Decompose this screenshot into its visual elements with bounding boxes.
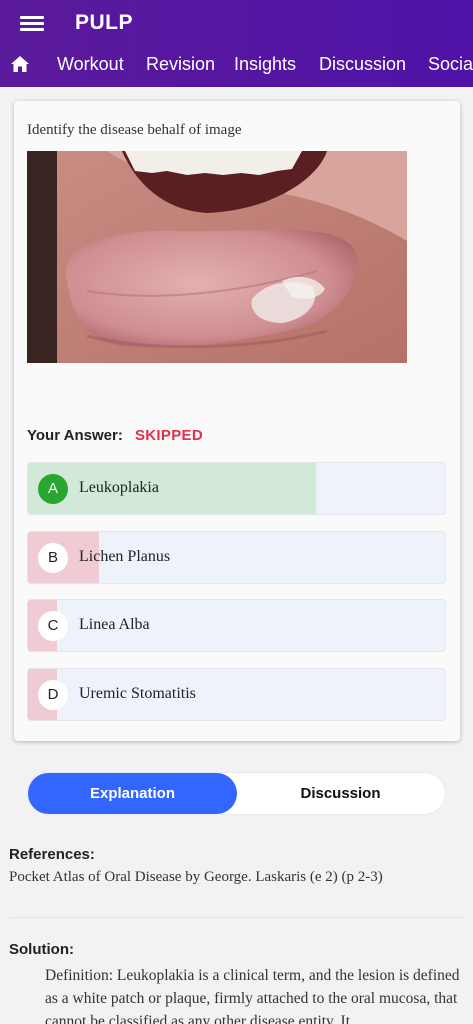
option-a[interactable]: A Leukoplakia — [27, 462, 446, 515]
divider — [9, 917, 464, 918]
option-d[interactable]: D Uremic Stomatitis — [27, 668, 446, 721]
app-title: PULP — [75, 11, 134, 34]
option-c[interactable]: C Linea Alba — [27, 599, 446, 652]
your-answer-label: Your Answer: — [27, 427, 123, 444]
tab-discussion[interactable]: Discussion — [319, 54, 406, 75]
tab-discussion-section[interactable]: Discussion — [236, 773, 445, 814]
question-image — [27, 151, 407, 363]
option-b-text: Lichen Planus — [79, 548, 171, 565]
question-card: Identify the disease behalf of image You… — [14, 101, 460, 741]
tab-social[interactable]: Social — [428, 54, 473, 75]
option-b-letter: B — [38, 543, 68, 573]
solution-text: Definition: Leukoplakia is a clinical te… — [45, 967, 460, 1024]
tab-workout[interactable]: Workout — [57, 54, 124, 75]
option-a-text: Leukoplakia — [79, 479, 159, 496]
option-b[interactable]: B Lichen Planus — [27, 531, 446, 584]
option-a-letter: A — [38, 474, 68, 504]
menu-icon[interactable] — [20, 13, 44, 33]
option-d-text: Uremic Stomatitis — [79, 685, 196, 702]
option-c-text: Linea Alba — [79, 616, 150, 633]
tab-insights[interactable]: Insights — [234, 54, 296, 75]
explanation-discussion-toggle: Explanation Discussion — [28, 773, 445, 814]
option-a-response-bar — [28, 463, 316, 514]
references-text: Pocket Atlas of Oral Disease by George. … — [9, 869, 383, 885]
solution-heading: Solution: — [9, 941, 74, 958]
references-heading: References: — [9, 846, 95, 863]
nav-tabs: Workout Revision Insights Discussion Soc… — [0, 46, 473, 86]
app-bar: PULP Workout Revision Insights Discussio… — [0, 0, 473, 87]
your-answer-status: SKIPPED — [135, 427, 203, 444]
home-icon[interactable] — [10, 55, 30, 73]
question-text: Identify the disease behalf of image — [27, 122, 242, 138]
option-c-letter: C — [38, 611, 68, 641]
tab-explanation[interactable]: Explanation — [28, 773, 237, 814]
option-d-letter: D — [38, 680, 68, 710]
tab-revision[interactable]: Revision — [146, 54, 215, 75]
